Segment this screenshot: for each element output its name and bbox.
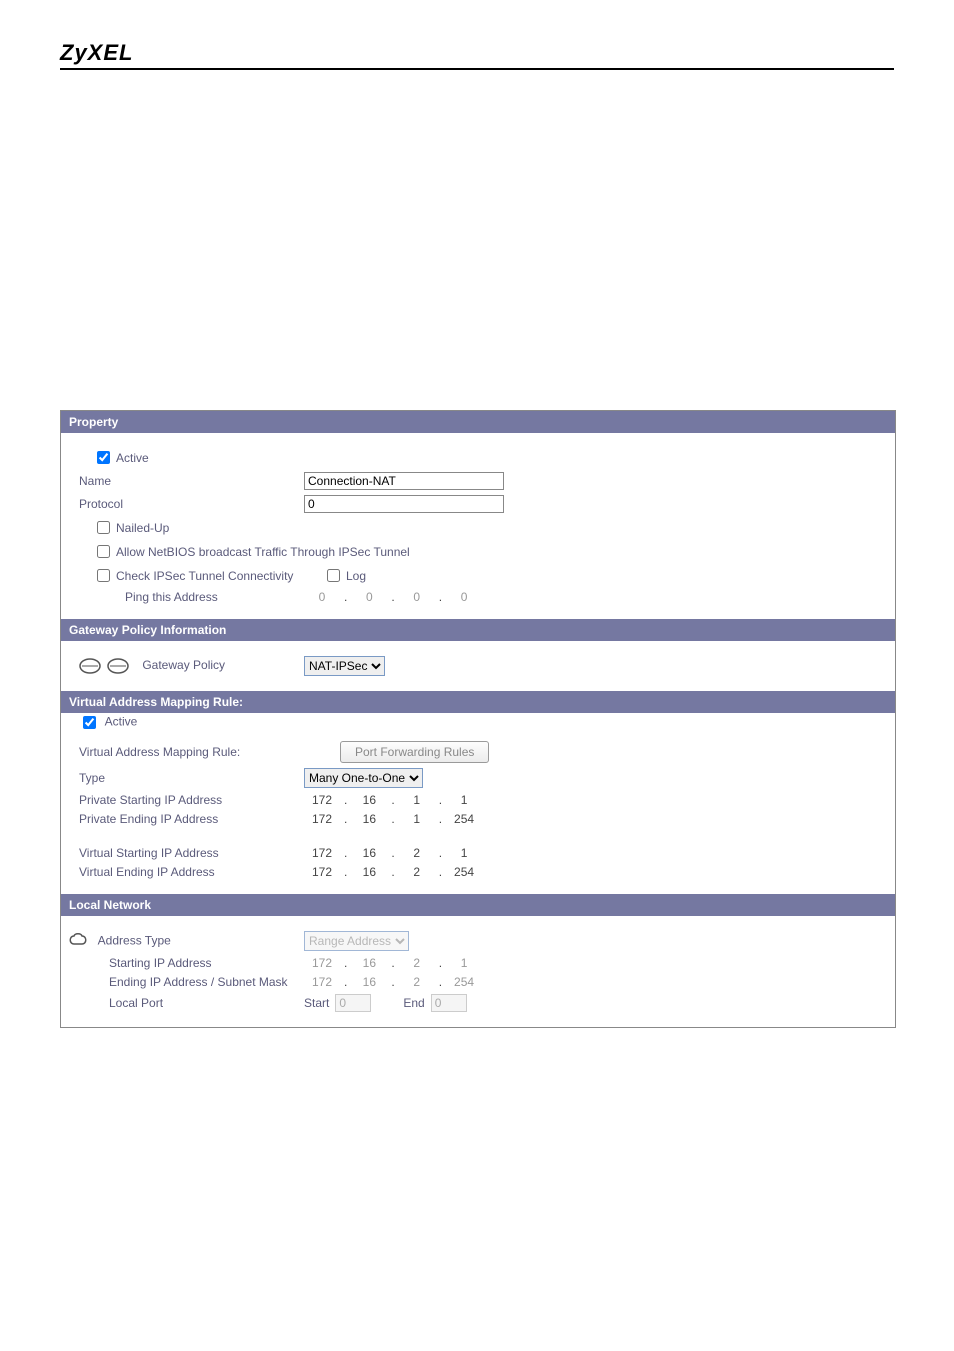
ip-octet: 16	[351, 975, 387, 989]
addr-type-label: Address Type	[67, 932, 304, 951]
local-network-icon	[67, 932, 89, 948]
ip-octet[interactable]: 2	[399, 846, 435, 860]
section-header-virtual: Virtual Address Mapping Rule:	[61, 691, 895, 713]
virt-start-label: Virtual Starting IP Address	[79, 846, 304, 860]
local-start-label: Starting IP Address	[79, 956, 304, 970]
brand-divider	[60, 68, 894, 70]
ip-octet[interactable]: 254	[446, 812, 482, 826]
ip-octet: 16	[351, 956, 387, 970]
section-header-local: Local Network	[61, 894, 895, 916]
priv-start-label: Private Starting IP Address	[79, 793, 304, 807]
ip-octet: 0	[351, 590, 387, 604]
gateway-policy-select[interactable]: NAT-IPSec	[304, 656, 385, 676]
virtual-type-label: Type	[79, 771, 304, 785]
name-input[interactable]	[304, 472, 504, 490]
nailed-up-label: Nailed-Up	[116, 521, 169, 535]
ip-octet[interactable]: 172	[304, 865, 340, 879]
port-end-label: End	[403, 996, 424, 1010]
active-checkbox[interactable]	[97, 451, 110, 464]
virtual-active-label: Active	[105, 715, 138, 729]
virtual-rule-label: Virtual Address Mapping Rule:	[79, 745, 304, 759]
ip-octet[interactable]: 2	[399, 865, 435, 879]
priv-end-ip[interactable]: 172. 16. 1. 254	[304, 812, 482, 826]
ip-octet: 2	[399, 956, 435, 970]
ping-label: Ping this Address	[79, 590, 304, 604]
policy-icon-right	[107, 658, 129, 674]
virtual-active-checkbox[interactable]	[83, 716, 96, 729]
protocol-input[interactable]	[304, 495, 504, 513]
netbios-label: Allow NetBIOS broadcast Traffic Through …	[116, 545, 410, 559]
ip-octet: 0	[304, 590, 340, 604]
local-port-label: Local Port	[79, 996, 304, 1010]
netbios-checkbox[interactable]	[97, 545, 110, 558]
ip-octet[interactable]: 16	[351, 846, 387, 860]
policy-icon-left	[79, 658, 101, 674]
log-checkbox[interactable]	[327, 569, 340, 582]
ip-octet: 1	[446, 956, 482, 970]
gateway-policy-label: Gateway Policy	[79, 658, 304, 674]
ip-octet: 0	[446, 590, 482, 604]
local-end-ip: 172. 16. 2. 254	[304, 975, 482, 989]
protocol-label: Protocol	[79, 497, 304, 511]
section-header-property: Property	[61, 411, 895, 433]
active-label: Active	[116, 451, 149, 465]
virtual-type-select[interactable]: Many One-to-One	[304, 768, 423, 788]
port-end-input	[431, 994, 467, 1012]
log-label: Log	[346, 569, 366, 583]
virt-end-ip[interactable]: 172. 16. 2. 254	[304, 865, 482, 879]
nailed-up-checkbox[interactable]	[97, 521, 110, 534]
port-start-label: Start	[304, 996, 329, 1010]
virt-end-label: Virtual Ending IP Address	[79, 865, 304, 879]
ip-octet: 172	[304, 956, 340, 970]
ip-octet[interactable]: 16	[351, 793, 387, 807]
name-label: Name	[79, 474, 304, 488]
ping-ip: 0. 0. 0. 0	[304, 590, 482, 604]
priv-end-label: Private Ending IP Address	[79, 812, 304, 826]
ip-octet[interactable]: 1	[399, 812, 435, 826]
ip-octet[interactable]: 1	[399, 793, 435, 807]
ip-octet: 254	[446, 975, 482, 989]
section-header-gateway: Gateway Policy Information	[61, 619, 895, 641]
ip-octet[interactable]: 172	[304, 793, 340, 807]
config-panel: Property Active Name Protocol Nailed-Up …	[60, 410, 896, 1028]
check-ipsec-label: Check IPSec Tunnel Connectivity	[116, 569, 323, 583]
ip-octet[interactable]: 1	[446, 846, 482, 860]
ip-octet[interactable]: 1	[446, 793, 482, 807]
port-forwarding-button[interactable]: Port Forwarding Rules	[340, 741, 489, 763]
priv-start-ip[interactable]: 172. 16. 1. 1	[304, 793, 482, 807]
ip-octet: 0	[399, 590, 435, 604]
port-start-input	[335, 994, 371, 1012]
ip-octet[interactable]: 16	[351, 812, 387, 826]
addr-type-select: Range Address	[304, 931, 409, 951]
ip-octet[interactable]: 254	[446, 865, 482, 879]
ip-octet: 2	[399, 975, 435, 989]
local-start-ip: 172. 16. 2. 1	[304, 956, 482, 970]
local-end-label: Ending IP Address / Subnet Mask	[79, 975, 304, 989]
ip-octet[interactable]: 172	[304, 846, 340, 860]
virt-start-ip[interactable]: 172. 16. 2. 1	[304, 846, 482, 860]
ip-octet[interactable]: 172	[304, 812, 340, 826]
check-ipsec-checkbox[interactable]	[97, 569, 110, 582]
ip-octet: 172	[304, 975, 340, 989]
brand-logo: ZyXEL	[60, 40, 894, 66]
ip-octet[interactable]: 16	[351, 865, 387, 879]
